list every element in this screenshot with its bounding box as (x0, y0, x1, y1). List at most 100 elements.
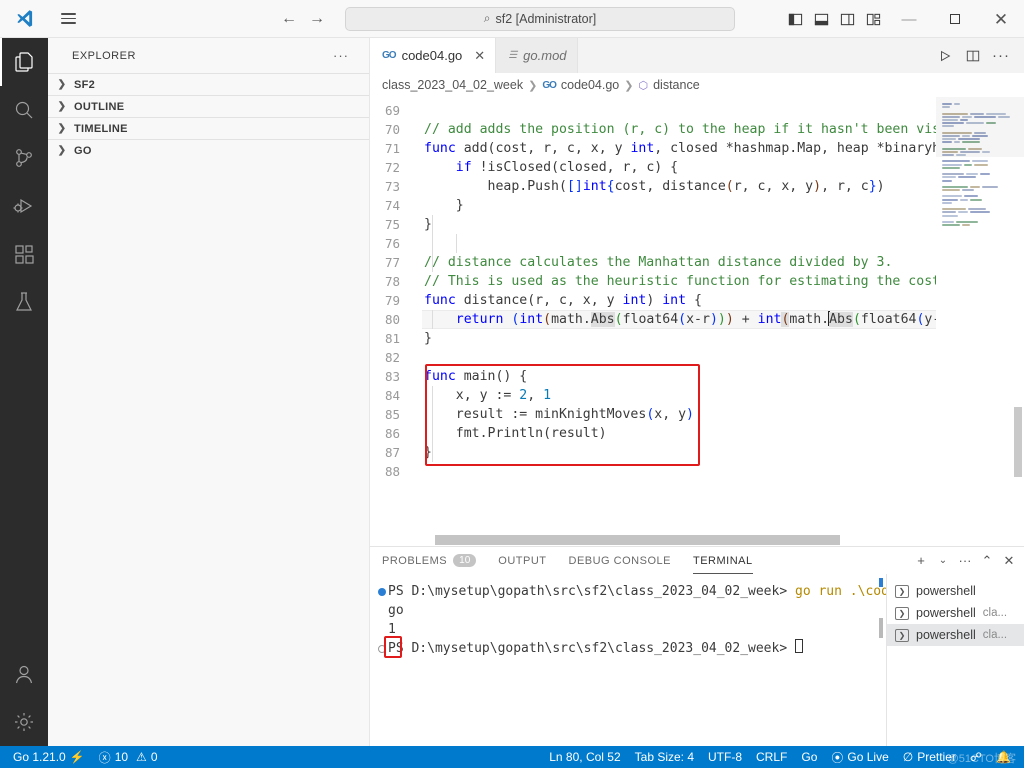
back-button[interactable]: ← (281, 10, 297, 27)
error-icon: ⓧ (98, 750, 111, 765)
chevron-right-icon: ❯ (528, 79, 538, 92)
code-line: 88 (370, 462, 936, 481)
line-text: } (424, 331, 432, 346)
tab-code04-go[interactable]: GO code04.go ✕ (370, 38, 497, 73)
menu-hamburger-button[interactable] (48, 0, 88, 38)
window-minimize-button[interactable]: — (886, 0, 932, 38)
terminal-list-item[interactable]: ❯ powershell (887, 580, 1024, 602)
toggle-panel-icon[interactable] (808, 0, 834, 38)
status-cursor-position[interactable]: Ln 80, Col 52 (542, 746, 627, 768)
tab-debug-console[interactable]: DEBUG CONSOLE (569, 547, 671, 574)
tab-output[interactable]: OUTPUT (498, 547, 546, 574)
minimap-row (942, 227, 1016, 229)
no-entry-icon: ∅ (902, 750, 914, 764)
minimap-row (942, 183, 1016, 185)
minimap-row (942, 234, 1016, 236)
status-label: Go (801, 750, 818, 764)
chevron-right-icon: ❯ (57, 79, 67, 90)
activity-explorer-icon[interactable] (0, 38, 48, 86)
editor-group: GO code04.go ✕ ☰ go.mod ··· class_2023_0… (370, 38, 1024, 746)
maximize-glyph (950, 14, 960, 24)
command-center-search[interactable]: ⌕ sf2 [Administrator] (345, 6, 735, 31)
tab-terminal[interactable]: TERMINAL (692, 547, 753, 574)
terminal-profile-dropdown-icon[interactable]: ⌄ (934, 555, 952, 566)
breadcrumb-file[interactable]: code04.go (561, 78, 619, 92)
status-problems[interactable]: ⓧ 10 ⚠ 0 (92, 746, 165, 768)
minimap-row (942, 266, 1016, 268)
tab-problems[interactable]: PROBLEMS 10 (382, 547, 477, 574)
run-go-file-button[interactable] (932, 38, 958, 73)
tab-go-mod[interactable]: ☰ go.mod (496, 38, 578, 73)
minimap-slider[interactable] (936, 97, 1024, 157)
code-line: 77 // distance calculates the Manhattan d… (370, 253, 936, 272)
problems-count-badge: 10 (453, 554, 477, 567)
minimap-row (942, 259, 1016, 261)
activity-testing-icon[interactable] (0, 278, 48, 326)
line-number: 80 (384, 312, 400, 327)
panel-tab-label: DEBUG CONSOLE (568, 554, 671, 567)
minimap-row (942, 208, 1016, 211)
toggle-primary-sidebar-icon[interactable] (782, 0, 808, 38)
status-label: CRLF (756, 750, 788, 764)
code-line: 76 (370, 234, 936, 253)
line-number: 87 (384, 445, 400, 460)
line-number: 83 (384, 369, 400, 384)
line-text: return (int(math.Abs(float64(x-r))) + in… (455, 311, 936, 327)
status-label: Go Live (847, 750, 889, 764)
activity-source-control-icon[interactable] (0, 134, 48, 182)
minimap-row (942, 176, 1016, 179)
explorer-more-actions-icon[interactable]: ··· (333, 48, 349, 63)
breadcrumb-symbol[interactable]: distance (653, 78, 700, 92)
status-language-mode[interactable]: Go (794, 746, 824, 768)
status-go-live[interactable]: ⦿ Go Live (824, 746, 895, 768)
line-number: 73 (384, 179, 400, 194)
breadcrumb-folder[interactable]: class_2023_04_02_week (382, 78, 523, 92)
line-number: 74 (384, 198, 400, 213)
editor-vertical-scrollbar[interactable] (1014, 407, 1022, 477)
terminal-list-item[interactable]: ❯ powershell cla... (887, 624, 1024, 646)
editor-more-actions-icon[interactable]: ··· (988, 38, 1014, 73)
code-line: 85 result := minKnightMoves(x, y) (370, 405, 936, 424)
status-go-version[interactable]: Go 1.21.0 ⚡ (6, 746, 92, 768)
activity-run-debug-icon[interactable] (0, 182, 48, 230)
panel-more-actions-icon[interactable]: ··· (956, 553, 974, 568)
tab-close-icon[interactable]: ✕ (474, 48, 485, 64)
sidebar-item-outline[interactable]: ❯ OUTLINE (48, 95, 369, 117)
split-editor-right-icon[interactable] (960, 38, 986, 73)
code-text[interactable]: 69 70 // add adds the position (r, c) to … (370, 97, 936, 534)
sidebar-item-timeline[interactable]: ❯ TIMELINE (48, 117, 369, 139)
line-number: 84 (384, 388, 400, 403)
indent-guide (432, 386, 433, 462)
activity-search-icon[interactable] (0, 86, 48, 134)
toggle-secondary-sidebar-icon[interactable] (834, 0, 860, 38)
terminal-list-item[interactable]: ❯ powershell cla... (887, 602, 1024, 624)
activity-settings-icon[interactable] (0, 698, 48, 746)
new-terminal-icon[interactable]: + (912, 553, 930, 568)
minimap[interactable] (936, 97, 1024, 534)
status-warning-count: 0 (150, 750, 158, 764)
status-eol[interactable]: CRLF (749, 746, 794, 768)
window-maximize-button[interactable] (932, 0, 978, 38)
minimap-row (942, 166, 1016, 169)
panel-tab-label: OUTPUT (498, 554, 547, 567)
maximize-panel-icon[interactable]: ⌃ (978, 553, 996, 569)
activity-extensions-icon[interactable] (0, 230, 48, 278)
customize-layout-icon[interactable] (860, 0, 886, 38)
sidebar-item-sf2[interactable]: ❯ SF2 (48, 73, 369, 95)
sidebar-item-go[interactable]: ❯ GO (48, 139, 369, 161)
status-encoding[interactable]: UTF-8 (701, 746, 749, 768)
terminal-output[interactable]: PS D:\mysetup\gopath\src\sf2\class_2023_… (370, 574, 886, 746)
status-tab-size[interactable]: Tab Size: 4 (628, 746, 701, 768)
code-line: 75} (370, 215, 936, 234)
activity-accounts-icon[interactable] (0, 650, 48, 698)
editor-horizontal-scrollbar-thumb[interactable] (435, 535, 840, 545)
minimap-row (942, 214, 1016, 217)
line-number: 72 (384, 160, 400, 175)
bottom-panel: PROBLEMS 10 OUTPUT DEBUG CONSOLE TERMINA… (370, 546, 1024, 746)
forward-button[interactable]: → (309, 10, 325, 27)
line-number: 70 (384, 122, 400, 137)
close-panel-icon[interactable]: ✕ (1000, 553, 1018, 569)
close-glyph: ✕ (993, 9, 1009, 29)
window-close-button[interactable]: ✕ (978, 0, 1024, 38)
line-text: func distance(r, c, x, y int) int { (424, 293, 702, 308)
